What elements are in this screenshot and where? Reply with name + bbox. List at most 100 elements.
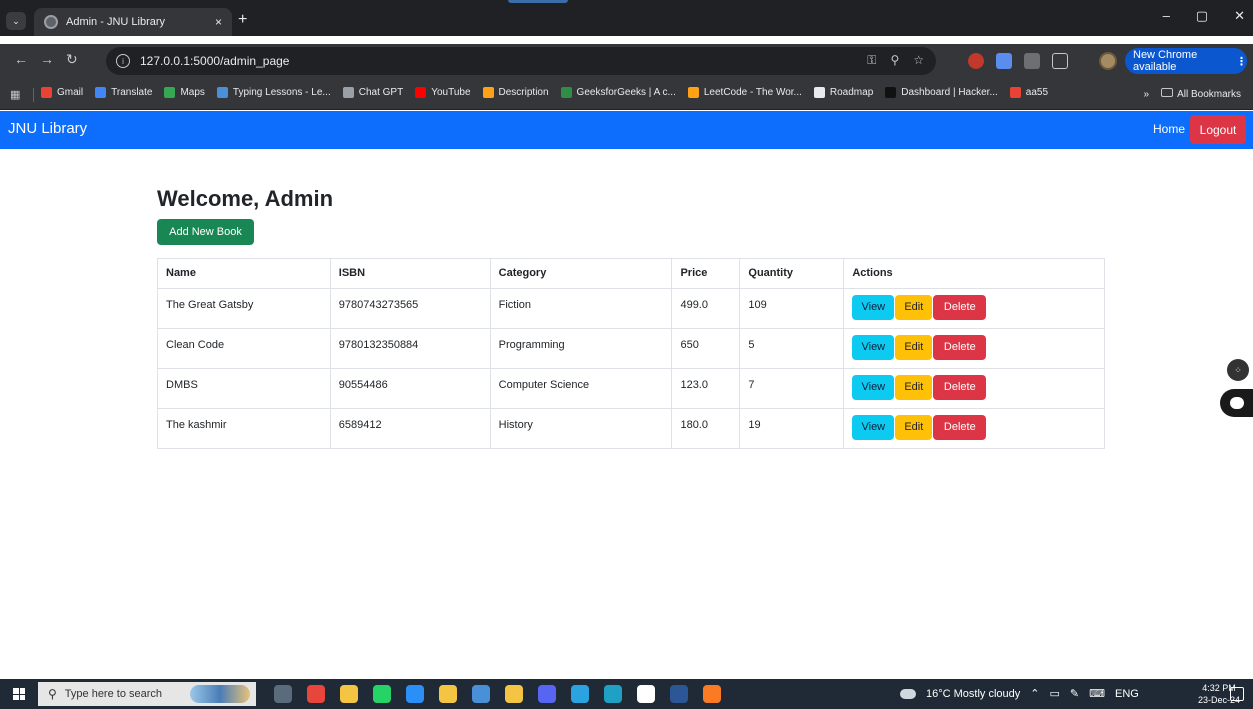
apps-grid-icon[interactable]: ▦ [10,88,20,101]
bookmark-item[interactable]: YouTube [415,87,471,98]
bookmark-item[interactable]: GeeksforGeeks | A c... [560,87,676,98]
back-arrow-icon[interactable]: ← [14,51,28,67]
pen-icon[interactable] [472,685,490,703]
vscode-icon[interactable] [406,685,424,703]
page-title: Welcome, Admin [157,186,334,211]
more-menu-icon[interactable]: ⋮ [1236,55,1247,68]
view-button[interactable]: View [852,375,895,400]
bookmark-label: Gmail [57,87,84,98]
bookmark-label: Description [498,87,549,98]
mongodb-icon[interactable] [637,685,655,703]
cell-price: 650 [671,328,741,369]
table-row: The kashmir 6589412 History 180.0 19 View Edit… [157,408,1105,449]
edit-button[interactable]: Edit [895,415,933,440]
notification-center-icon[interactable] [1230,687,1244,701]
weather-text[interactable]: 16°C Mostly cloudy [926,688,1020,700]
url-text[interactable]: 127.0.0.1:5000/admin_page [140,54,289,68]
keyboard-icon[interactable]: ⌨ [1089,687,1105,700]
file-explorer-icon[interactable] [340,685,358,703]
home-link[interactable]: Home [1153,122,1185,136]
window-controls: – ▢ ✕ [1163,8,1245,24]
view-button[interactable]: View [852,415,895,440]
notion-extension-icon[interactable] [1024,53,1040,69]
chrome-icon[interactable] [307,685,325,703]
navbar-brand[interactable]: JNU Library [8,120,87,137]
bookmark-star-icon[interactable]: ☆ [913,53,924,68]
bookmark-item[interactable]: Maps [164,87,205,98]
bookmark-item[interactable]: aa55 [1009,87,1049,98]
bookmarks-bar: ▦ Gmail Translate Maps Typing Lessons - Le.… [0,78,1253,110]
more-bookmarks-button[interactable]: » [1144,89,1150,100]
zoom-icon[interactable]: ⚲ [890,53,899,68]
close-window-button[interactable]: ✕ [1234,8,1245,24]
pen-icon[interactable]: ✎ [1070,687,1079,700]
browser-tab[interactable]: Admin - JNU Library × [34,8,232,36]
edit-button[interactable]: Edit [895,295,933,320]
profile-avatar[interactable] [1099,52,1117,70]
bookmark-favicon-icon [95,87,107,98]
floating-apps-icon[interactable]: ⁘ [1227,359,1249,381]
bookmark-favicon-icon [687,87,699,98]
notes-icon[interactable] [505,685,523,703]
whatsapp-icon[interactable] [373,685,391,703]
floating-assistant-icon[interactable] [1220,389,1253,417]
delete-button[interactable]: Delete [933,295,987,320]
discord-icon[interactable] [538,685,556,703]
bookmark-item[interactable]: Typing Lessons - Le... [216,87,331,98]
bookmark-item[interactable]: Dashboard | Hacker... [885,87,998,98]
header-name: Name [157,258,331,289]
network-icon[interactable]: ▭ [1050,687,1060,700]
chrome-update-button[interactable]: New Chrome available ⋮ [1125,48,1247,74]
store-icon[interactable] [439,685,457,703]
table-row: The Great Gatsby 9780743273565 Fiction 499.… [157,288,1105,329]
bookmark-item[interactable]: Translate [95,87,152,98]
taskbar-search-input[interactable]: ⚲ Type here to search [38,682,256,706]
new-tab-button[interactable]: + [238,12,247,28]
add-new-book-button[interactable]: Add New Book [157,219,254,245]
header-quantity: Quantity [739,258,845,289]
cell-isbn: 9780743273565 [329,288,491,329]
ublock-extension-icon[interactable] [968,53,984,69]
password-key-icon[interactable]: ⚿ [867,53,876,68]
edit-button[interactable]: Edit [895,335,933,360]
bookmark-item[interactable]: LeetCode - The Wor... [687,87,802,98]
edit-button[interactable]: Edit [895,375,933,400]
folder-icon [1161,88,1174,97]
reload-icon[interactable]: ↻ [66,51,78,68]
search-highlight-image [190,685,250,703]
word-icon[interactable] [670,685,688,703]
extension-b-icon[interactable] [996,53,1012,69]
delete-button[interactable]: Delete [933,415,987,440]
cell-category: History [489,408,673,449]
delete-button[interactable]: Delete [933,335,987,360]
bookmark-item[interactable]: Gmail [41,87,83,98]
xampp-icon[interactable] [703,685,721,703]
maximize-button[interactable]: ▢ [1196,8,1208,24]
bookmark-item[interactable]: Roadmap [813,87,873,98]
telegram-icon[interactable] [571,685,589,703]
weather-cloud-icon[interactable] [900,688,916,699]
minimize-button[interactable]: – [1163,8,1170,24]
forward-arrow-icon[interactable]: → [40,51,54,67]
edge-icon[interactable] [604,685,622,703]
all-bookmarks-button[interactable]: All Bookmarks [1161,88,1241,100]
delete-button[interactable]: Delete [933,375,987,400]
bookmark-item[interactable]: Description [482,87,549,98]
bookmark-label: Dashboard | Hacker... [901,87,998,98]
extensions-puzzle-icon[interactable] [1052,53,1068,69]
language-indicator[interactable]: ENG [1115,688,1139,700]
bookmark-favicon-icon [41,87,52,98]
view-button[interactable]: View [852,335,895,360]
site-info-icon[interactable]: i [116,54,130,68]
bookmark-item[interactable]: Chat GPT [342,87,403,98]
tray-chevron-icon[interactable]: ⌃ [1030,687,1039,700]
tab-search-chevron-icon[interactable]: ⌄ [6,12,26,30]
bookmark-label: aa55 [1025,87,1049,98]
task-view-icon[interactable] [274,685,292,703]
close-tab-button[interactable]: × [215,15,222,29]
view-button[interactable]: View [852,295,895,320]
logout-button[interactable]: Logout [1190,115,1246,144]
address-bar[interactable]: i 127.0.0.1:5000/admin_page ⚿ ⚲ ☆ [106,47,936,75]
windows-start-icon[interactable] [13,688,25,700]
cell-name: DMBS [157,368,331,409]
